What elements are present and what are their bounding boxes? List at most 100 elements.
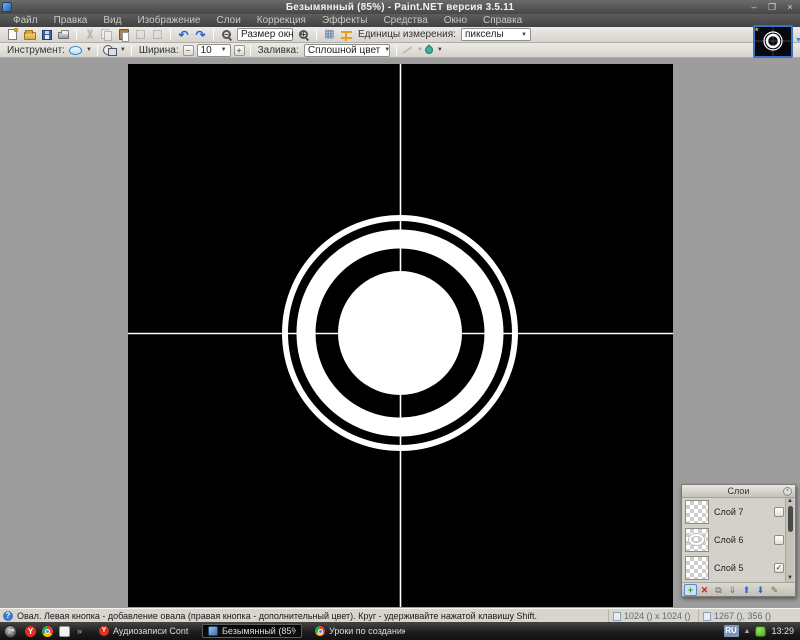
quicklaunch-chrome-icon[interactable] bbox=[42, 626, 53, 637]
menu-utilities[interactable]: Средства bbox=[375, 14, 435, 27]
restore-button[interactable]: ❐ bbox=[765, 1, 779, 13]
menu-layers[interactable]: Слои bbox=[208, 14, 248, 27]
layers-panel: Слои × Слой 7 Слой 6 Слой 5 ✓ ▲ ▼ + ✕ ⧉ … bbox=[681, 484, 796, 597]
image-size-cell: 1024 () x 1024 () bbox=[608, 610, 696, 622]
layers-toolbar: + ✕ ⧉ ⇓ ⬆ ⬇ ✎ bbox=[682, 582, 795, 596]
menu-window[interactable]: Окно bbox=[436, 14, 475, 27]
print-icon bbox=[58, 32, 69, 39]
menu-image[interactable]: Изображение bbox=[129, 14, 208, 27]
quicklaunch-overflow-chevron[interactable]: » bbox=[77, 626, 82, 636]
move-layer-down-button[interactable]: ⬇ bbox=[754, 584, 767, 596]
width-combo[interactable]: 10 ▼ bbox=[197, 44, 231, 57]
task-paintnet-active[interactable]: Безымянный (85%) -... bbox=[202, 624, 302, 638]
antialiasing-icon bbox=[423, 44, 434, 55]
taskbar-clock[interactable]: 13:29 bbox=[771, 626, 794, 636]
layer-visibility-checkbox[interactable]: ✓ bbox=[774, 563, 784, 573]
cut-button bbox=[82, 28, 97, 42]
width-decrease-button[interactable]: − bbox=[183, 45, 194, 56]
layer-name: Слой 5 bbox=[714, 563, 774, 573]
delete-layer-button[interactable]: ✕ bbox=[698, 584, 711, 596]
crop-button bbox=[133, 28, 148, 42]
task-audio-recordings[interactable]: Y Аудиозаписи Contra... bbox=[94, 624, 194, 638]
standard-toolbar: ↶ ↷ − Размер окн ▼ + ▦ Единицы измерения… bbox=[0, 27, 800, 43]
copy-button bbox=[99, 28, 114, 42]
toolbar-separator bbox=[170, 29, 171, 40]
menu-effects[interactable]: Эффекты bbox=[314, 14, 375, 27]
antivirus-tray-icon[interactable] bbox=[755, 626, 766, 637]
tool-label: Инструмент: bbox=[7, 45, 65, 56]
toolbar-separator bbox=[97, 45, 98, 56]
scroll-down-icon[interactable]: ▼ bbox=[787, 575, 793, 582]
image-tab-thumbnail[interactable]: * bbox=[753, 25, 793, 58]
zoom-out-button[interactable]: − bbox=[219, 28, 234, 42]
duplicate-layer-button[interactable]: ⧉ bbox=[712, 584, 725, 596]
zoom-level-value: Размер окн bbox=[241, 29, 294, 40]
unsaved-marker-icon: * bbox=[755, 26, 759, 36]
layers-close-button[interactable]: × bbox=[783, 487, 792, 496]
status-message: Овал. Левая кнопка - добавление овала (п… bbox=[17, 611, 537, 621]
zoom-level-dropdown[interactable]: Размер окн ▼ bbox=[237, 28, 293, 41]
redo-button[interactable]: ↷ bbox=[193, 28, 208, 42]
taskbar: Y » Y Аудиозаписи Contra... Безымянный (… bbox=[0, 622, 800, 640]
tab-overflow-chevron-icon[interactable]: ▼ bbox=[795, 37, 800, 44]
task-lessons[interactable]: Уроки по созданию ... bbox=[310, 624, 410, 638]
shape-draw-mode-button[interactable]: ▼ bbox=[103, 43, 126, 57]
tool-options-toolbar: Инструмент: ▼ ▼ Ширина: − 10 ▼ + Заливка… bbox=[0, 43, 800, 58]
menu-help[interactable]: Справка bbox=[475, 14, 530, 27]
zoom-in-button[interactable]: + bbox=[296, 28, 311, 42]
layers-list: Слой 7 Слой 6 Слой 5 ✓ ▲ ▼ bbox=[682, 498, 795, 582]
grid-toggle-button[interactable]: ▦ bbox=[322, 28, 337, 42]
cursor-position-value: 1267 (), 356 () bbox=[714, 611, 771, 621]
layer-visibility-checkbox[interactable] bbox=[774, 535, 784, 545]
move-layer-up-button[interactable]: ⬆ bbox=[740, 584, 753, 596]
layers-panel-titlebar[interactable]: Слои × bbox=[682, 485, 795, 498]
layer-thumbnail bbox=[685, 528, 709, 552]
layers-scrollbar[interactable]: ▲ ▼ bbox=[785, 498, 794, 582]
paste-icon bbox=[119, 29, 129, 40]
tray-expand-icon[interactable]: ▲ bbox=[744, 628, 751, 635]
close-button[interactable]: × bbox=[783, 1, 797, 13]
layer-name: Слой 6 bbox=[714, 535, 774, 545]
units-dropdown[interactable]: пикселы ▼ bbox=[461, 28, 531, 41]
print-button[interactable] bbox=[56, 28, 71, 42]
paste-button[interactable] bbox=[116, 28, 131, 42]
language-indicator[interactable]: RU bbox=[724, 625, 739, 637]
menu-file[interactable]: Файл bbox=[5, 14, 46, 27]
menu-adjustments[interactable]: Коррекция bbox=[249, 14, 314, 27]
merge-layer-down-button[interactable]: ⇓ bbox=[726, 584, 739, 596]
open-button[interactable] bbox=[22, 28, 37, 42]
layer-row[interactable]: Слой 7 bbox=[682, 498, 795, 526]
width-increase-button[interactable]: + bbox=[234, 45, 245, 56]
zoom-out-icon: − bbox=[222, 30, 231, 39]
menu-view[interactable]: Вид bbox=[95, 14, 129, 27]
scrollbar-thumb[interactable] bbox=[788, 506, 793, 532]
shape-mode-icon bbox=[103, 45, 116, 55]
zoom-in-icon: + bbox=[299, 30, 308, 39]
toolbar-separator bbox=[396, 45, 397, 56]
layer-row[interactable]: Слой 5 ✓ bbox=[682, 554, 795, 582]
add-layer-button[interactable]: + bbox=[684, 584, 697, 596]
scroll-up-icon[interactable]: ▲ bbox=[787, 498, 793, 505]
toolbar-separator bbox=[76, 29, 77, 40]
layer-properties-button[interactable]: ✎ bbox=[768, 584, 781, 596]
layer-visibility-checkbox[interactable] bbox=[774, 507, 784, 517]
undo-button[interactable]: ↶ bbox=[176, 28, 191, 42]
fill-style-dropdown[interactable]: Сплошной цвет ▼ bbox=[304, 44, 390, 57]
line-style-button: ▼ bbox=[402, 43, 423, 57]
ellipse-tool-button[interactable]: ▼ bbox=[69, 43, 92, 57]
quicklaunch-yandex-icon[interactable]: Y bbox=[25, 626, 36, 637]
chevron-down-icon: ▼ bbox=[86, 47, 92, 53]
save-button[interactable] bbox=[39, 28, 54, 42]
line-style-icon bbox=[402, 46, 412, 54]
new-file-button[interactable] bbox=[5, 28, 20, 42]
drawing-canvas[interactable] bbox=[128, 64, 673, 607]
minimize-button[interactable]: – bbox=[747, 1, 761, 13]
menu-edit[interactable]: Правка bbox=[46, 14, 96, 27]
layer-row[interactable]: Слой 6 bbox=[682, 526, 795, 554]
thumbnail-preview bbox=[755, 27, 791, 56]
start-button[interactable] bbox=[4, 625, 17, 638]
quicklaunch-app-icon[interactable] bbox=[59, 626, 70, 637]
antialiasing-button[interactable]: ▼ bbox=[425, 43, 443, 57]
fill-style-label: Заливка: bbox=[258, 45, 299, 56]
rulers-toggle-button[interactable] bbox=[339, 28, 354, 42]
